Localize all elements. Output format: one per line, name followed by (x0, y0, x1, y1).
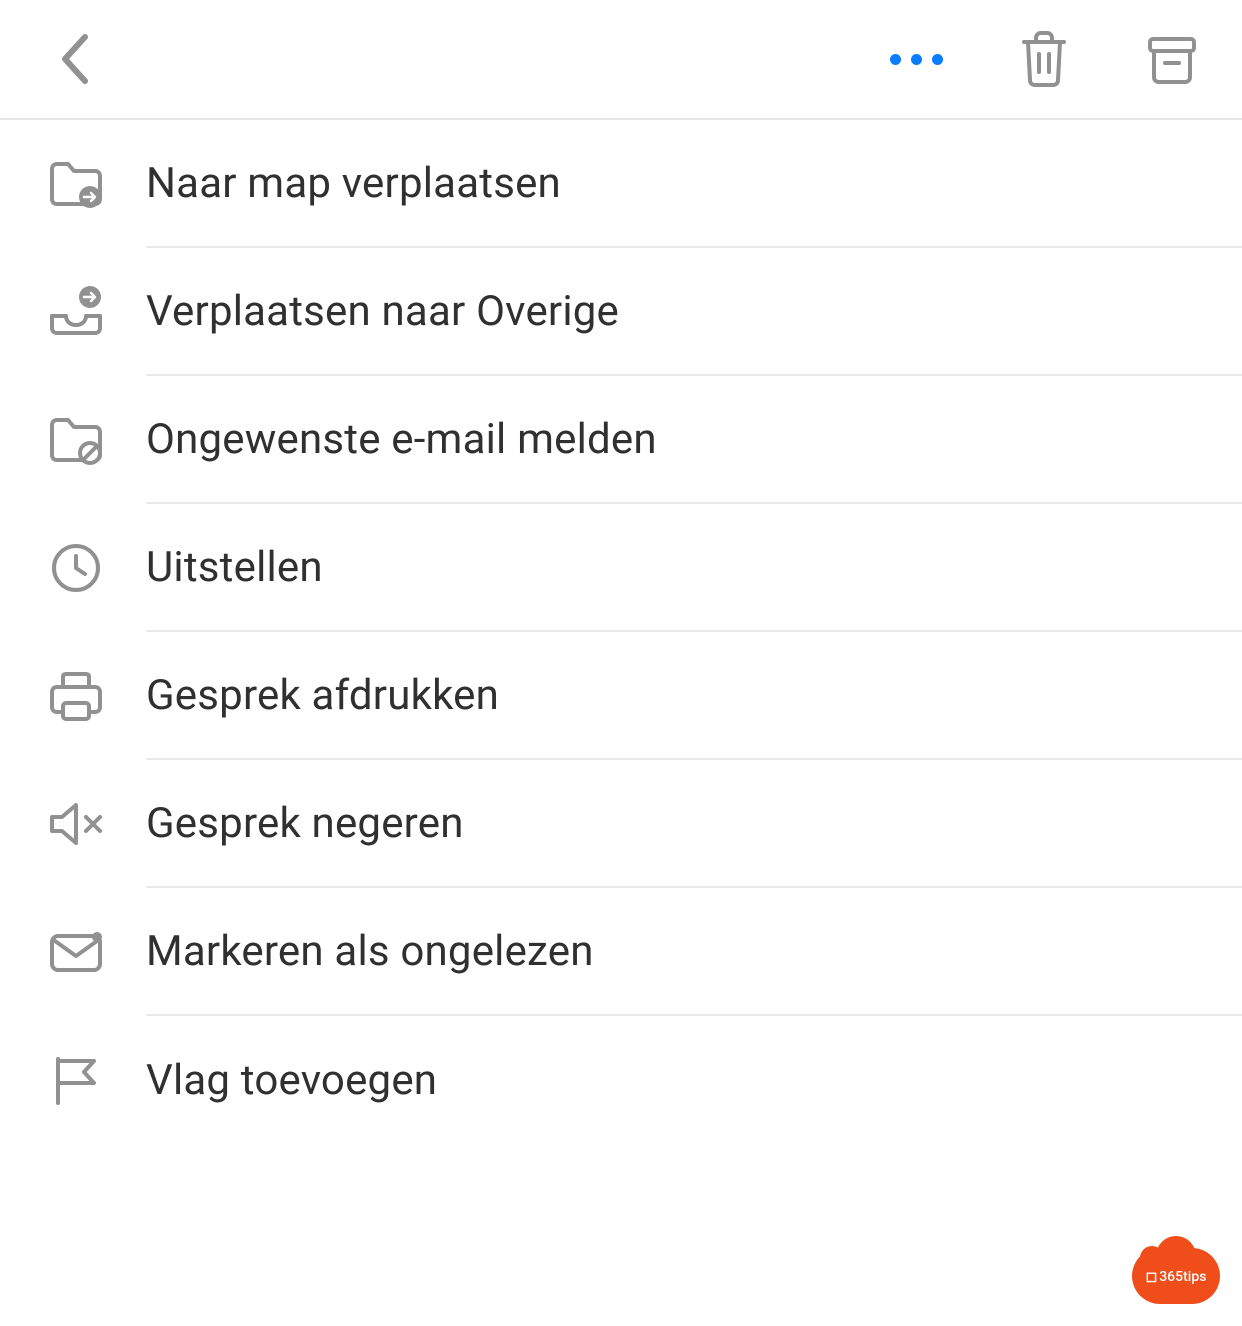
menu-item-label: Naar map verplaatsen (146, 159, 561, 208)
menu-item-flag[interactable]: Vlag toevoegen (0, 1016, 1242, 1144)
more-icon (890, 54, 943, 65)
menu-item-label: Verplaatsen naar Overige (146, 287, 619, 336)
menu-item-snooze[interactable]: Uitstellen (0, 504, 1242, 632)
archive-icon (1146, 33, 1198, 85)
clock-icon (50, 542, 102, 594)
archive-button[interactable] (1140, 27, 1204, 91)
menu-item-mark-unread[interactable]: Markeren als ongelezen (0, 888, 1242, 1016)
menu-item-move-folder[interactable]: Naar map verplaatsen (0, 120, 1242, 248)
menu-item-label: Markeren als ongelezen (146, 927, 594, 976)
menu-item-label: Uitstellen (146, 543, 323, 592)
more-button[interactable] (884, 27, 948, 91)
delete-button[interactable] (1012, 27, 1076, 91)
menu-item-label: Ongewenste e-mail melden (146, 415, 657, 464)
menu-item-move-other[interactable]: Verplaatsen naar Overige (0, 248, 1242, 376)
menu-item-label: Gesprek negeren (146, 799, 464, 848)
action-menu: Naar map verplaatsen Verplaatsen naar Ov… (0, 120, 1242, 1144)
chevron-left-icon (59, 33, 89, 85)
header-actions (884, 27, 1204, 91)
menu-item-ignore[interactable]: Gesprek negeren (0, 760, 1242, 888)
folder-move-icon (48, 159, 104, 209)
menu-item-report-junk[interactable]: Ongewenste e-mail melden (0, 376, 1242, 504)
folder-block-icon (48, 415, 104, 465)
mail-unread-icon (49, 931, 103, 973)
menu-item-label: Gesprek afdrukken (146, 671, 499, 720)
badge-text: 365tips (1159, 1269, 1206, 1285)
flag-icon (52, 1055, 100, 1105)
header-bar (0, 0, 1242, 120)
trash-icon (1018, 30, 1070, 88)
menu-item-label: Vlag toevoegen (146, 1056, 437, 1105)
back-button[interactable] (48, 33, 100, 85)
printer-icon (49, 671, 103, 721)
speaker-mute-icon (48, 800, 104, 848)
menu-item-print[interactable]: Gesprek afdrukken (0, 632, 1242, 760)
365tips-badge: ◻365tips (1132, 1248, 1220, 1304)
tray-move-icon (48, 286, 104, 338)
